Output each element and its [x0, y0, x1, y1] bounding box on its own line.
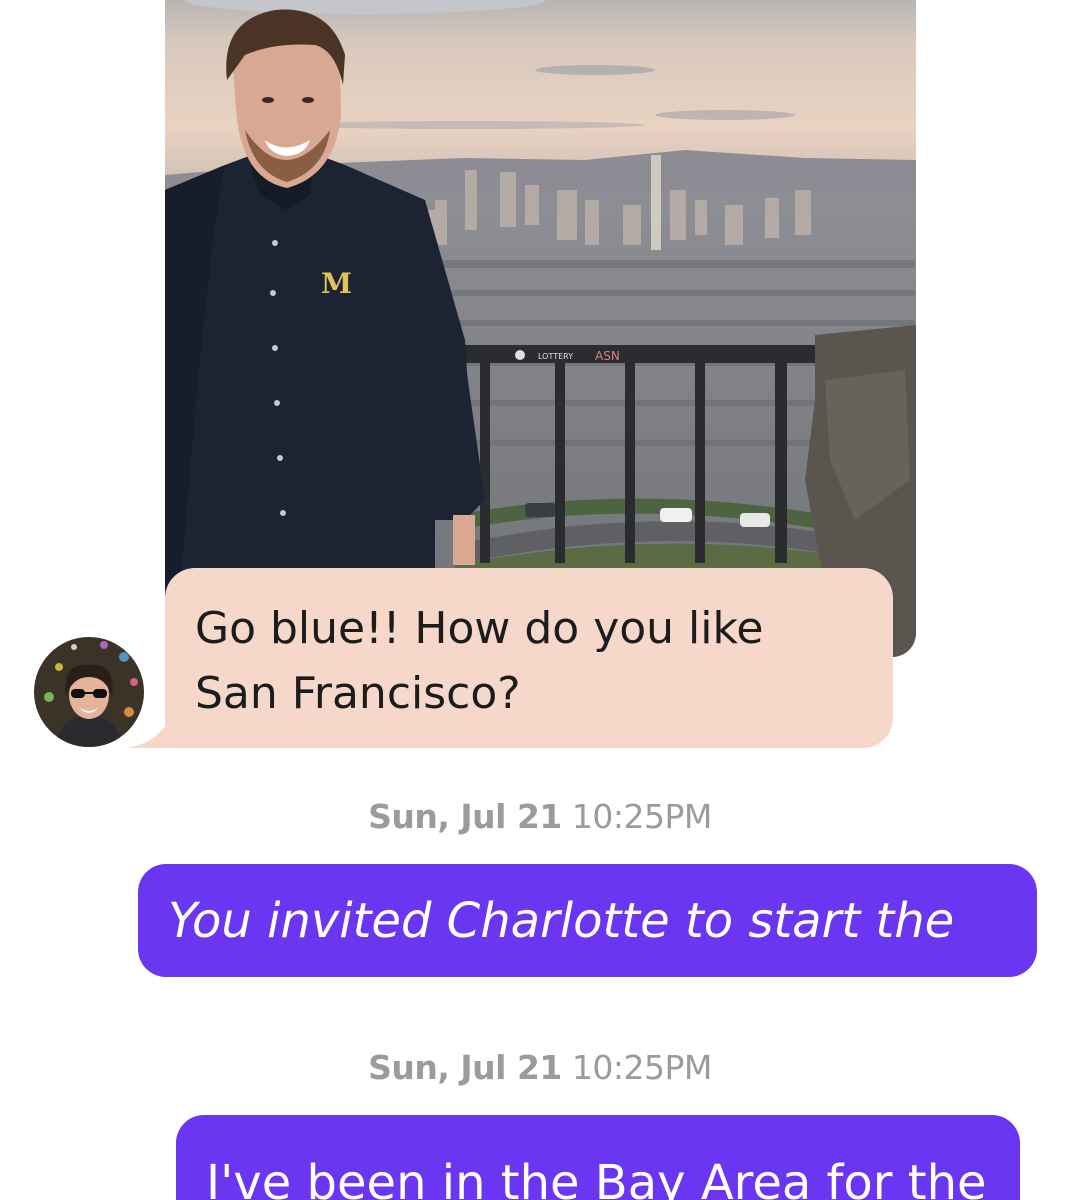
photo-message[interactable]: LOTTERY ASN M — [165, 0, 916, 657]
timestamp-date: Sun, Jul 21 — [368, 1048, 562, 1087]
svg-text:LOTTERY: LOTTERY — [538, 352, 573, 361]
sent-invite-message-text: You invited Charlotte to start the — [168, 893, 955, 949]
avatar-woman-sunglasses-icon — [34, 637, 144, 747]
timestamp-date: Sun, Jul 21 — [368, 797, 562, 836]
sent-invite-message-bubble[interactable]: You invited Charlotte to start the — [138, 864, 1037, 977]
timestamp-time: 10:25PM — [571, 1048, 712, 1087]
chat-screen: LOTTERY ASN M Go blue!! How do you like … — [0, 0, 1080, 1200]
message-timestamp: Sun, Jul 21 10:25PM — [0, 797, 1080, 836]
received-message-bubble[interactable]: Go blue!! How do you like San Francisco? — [165, 568, 893, 748]
received-message-text: Go blue!! How do you like San Francisco? — [195, 603, 764, 719]
sent-reply-message-text: I've been in the Bay Area for the — [206, 1155, 987, 1200]
svg-text:ASN: ASN — [595, 349, 620, 363]
message-timestamp: Sun, Jul 21 10:25PM — [0, 1048, 1080, 1087]
photo-man-city-view-image: LOTTERY ASN M — [165, 0, 916, 657]
svg-text:M: M — [321, 267, 352, 300]
sent-reply-message-bubble[interactable]: I've been in the Bay Area for the — [176, 1115, 1020, 1200]
sender-avatar[interactable] — [34, 637, 144, 747]
timestamp-time: 10:25PM — [571, 797, 712, 836]
